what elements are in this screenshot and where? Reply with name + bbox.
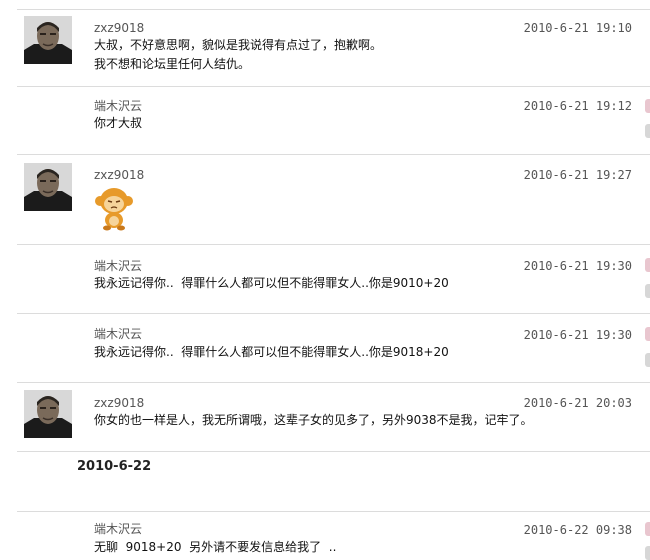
monkey-emoticon-icon xyxy=(94,185,134,235)
man-portrait-avatar-icon xyxy=(24,390,72,438)
username[interactable]: zxz9018 xyxy=(94,21,144,35)
message-item: zxz9018 2010-6-21 19:27 xyxy=(17,155,650,243)
timestamp: 2010-6-21 19:30 xyxy=(523,328,632,342)
man-portrait-avatar-icon xyxy=(24,16,72,64)
avatar[interactable] xyxy=(24,16,72,64)
timestamp: 2010-6-21 19:27 xyxy=(523,168,632,182)
timestamp: 2010-6-21 19:30 xyxy=(523,259,632,273)
message-text: 我永远记得你.. 得罪什么人都可以但不能得罪女人..你是9010+20 xyxy=(94,276,449,290)
avatar[interactable] xyxy=(24,163,72,211)
edge-marker xyxy=(645,327,650,341)
message-text: 无聊 9018+20 另外请不要发信息给我了 .. xyxy=(94,540,337,554)
edge-marker xyxy=(645,522,650,536)
timestamp: 2010-6-21 19:12 xyxy=(523,99,632,113)
date-heading: 2010-6-22 xyxy=(77,459,152,474)
message-item: 端木沢云 2010-6-21 19:30 我永远记得你.. 得罪什么人都可以但不… xyxy=(17,245,650,312)
username[interactable]: 端木沢云 xyxy=(94,325,142,342)
message-item: zxz9018 2010-6-21 19:10 大叔，不好意思啊，貌似是我说得有… xyxy=(17,14,650,84)
message-text: 你才大叔 xyxy=(94,116,143,130)
edge-marker xyxy=(645,99,650,113)
avatar[interactable] xyxy=(24,390,72,438)
username[interactable]: 端木沢云 xyxy=(94,97,142,114)
man-portrait-avatar-icon xyxy=(24,163,72,211)
message-text: 我永远记得你.. 得罪什么人都可以但不能得罪女人..你是9018+20 xyxy=(94,345,449,359)
edge-marker xyxy=(645,258,650,272)
message-item: 端木沢云 2010-6-22 09:38 无聊 9018+20 另外请不要发信息… xyxy=(17,512,650,557)
edge-marker xyxy=(645,546,650,560)
message-thread: zxz9018 2010-6-21 19:10 大叔，不好意思啊，貌似是我说得有… xyxy=(0,0,650,560)
username[interactable]: zxz9018 xyxy=(94,168,144,182)
edge-marker xyxy=(645,353,650,367)
divider xyxy=(17,9,650,10)
timestamp: 2010-6-22 09:38 xyxy=(523,523,632,537)
message-item: 端木沢云 2010-6-21 19:30 我永远记得你.. 得罪什么人都可以但不… xyxy=(17,314,650,381)
edge-marker xyxy=(645,284,650,298)
timestamp: 2010-6-21 19:10 xyxy=(523,21,632,35)
message-text: 你女的也一样是人，我无所谓哦，这辈子女的见多了，另外9038不是我，记牢了。 xyxy=(94,413,533,427)
divider xyxy=(17,451,650,452)
username[interactable]: zxz9018 xyxy=(94,396,144,410)
message-item: zxz9018 2010-6-21 20:03 你女的也一样是人，我无所谓哦，这… xyxy=(17,383,650,450)
message-text: 大叔，不好意思啊，貌似是我说得有点过了，抱歉啊。 xyxy=(94,38,383,52)
message-item: 端木沢云 2010-6-21 19:12 你才大叔 xyxy=(17,87,650,153)
timestamp: 2010-6-21 20:03 xyxy=(523,396,632,410)
username[interactable]: 端木沢云 xyxy=(94,520,142,537)
username[interactable]: 端木沢云 xyxy=(94,257,142,274)
edge-marker xyxy=(645,124,650,138)
message-text: 我不想和论坛里任何人结仇。 xyxy=(94,57,251,71)
